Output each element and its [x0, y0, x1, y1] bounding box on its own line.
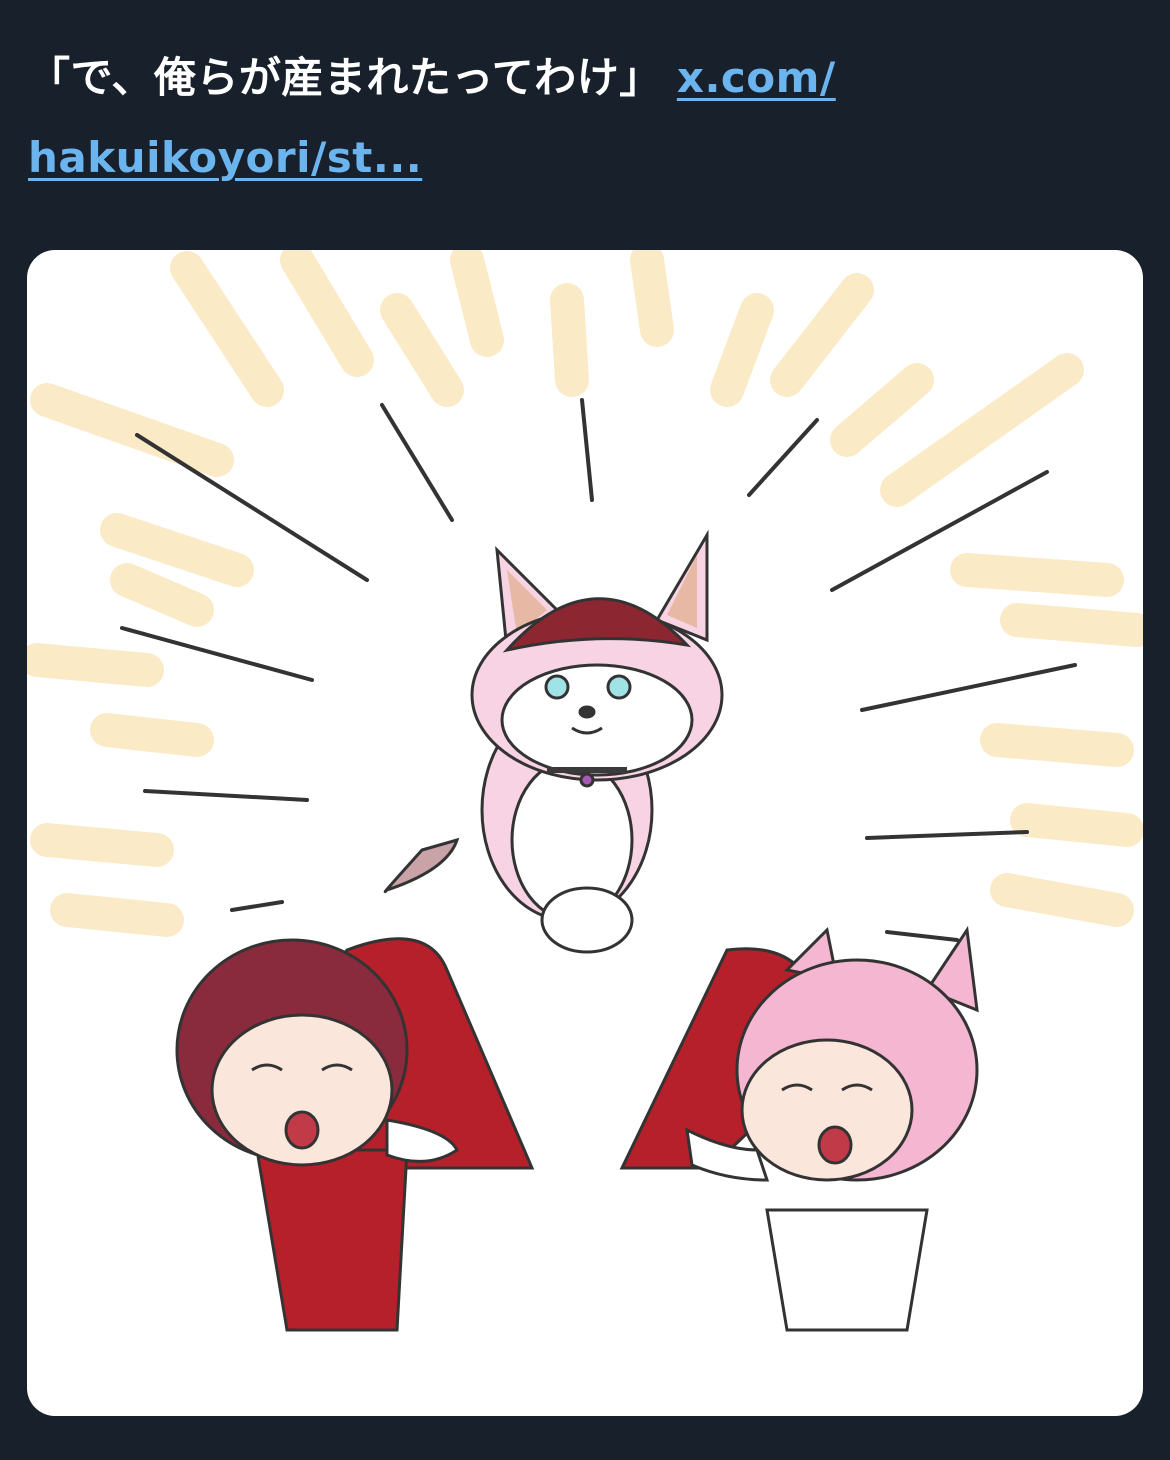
post-image[interactable] [27, 250, 1143, 1416]
illustration [27, 250, 1143, 1332]
post-text: 「で、俺らが産まれたってわけ」 [28, 53, 662, 102]
post-body: 「で、俺らが産まれたってわけ」 x.com/hakuikoyori/st... [28, 38, 1138, 198]
fox-mascot [383, 529, 724, 954]
